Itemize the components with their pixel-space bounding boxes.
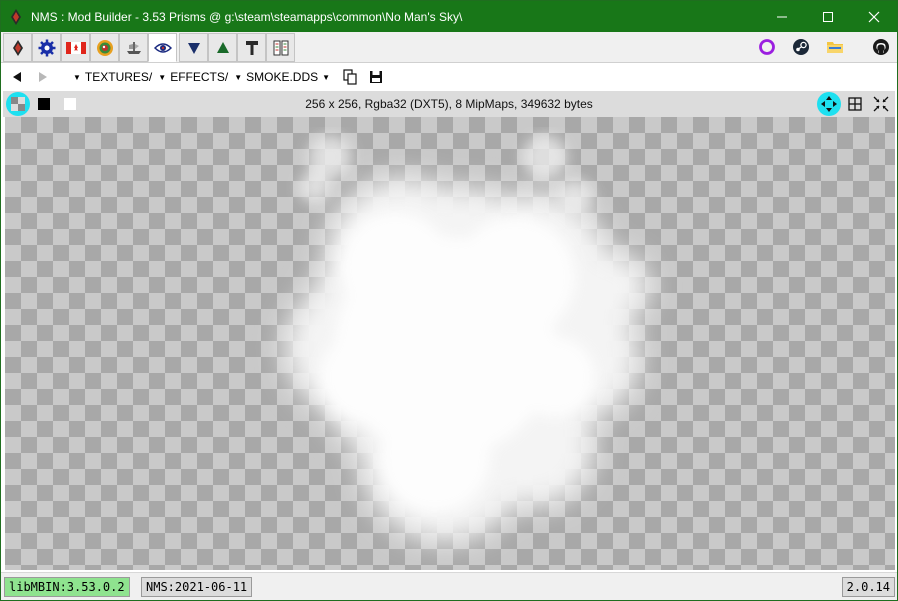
texture-info-bar: 256 x 256, Rgba32 (DXT5), 8 MipMaps, 349… (3, 91, 895, 117)
tab-hammer-icon[interactable] (237, 33, 266, 62)
grid-icon[interactable] (843, 92, 867, 116)
tab-triangle-down-icon[interactable] (179, 33, 208, 62)
texture-info: 256 x 256, Rgba32 (DXT5), 8 MipMaps, 349… (305, 97, 593, 111)
minimize-icon[interactable] (759, 1, 805, 32)
save-icon[interactable] (363, 64, 389, 90)
chevron-down-icon[interactable]: ▼ (73, 73, 81, 82)
tab-nms-logo-icon[interactable] (3, 33, 32, 62)
maximize-icon[interactable] (805, 1, 851, 32)
back-icon[interactable] (4, 64, 30, 90)
status-bar: libMBIN:3.53.0.2 NMS:2021-06-11 2.0.14 (1, 572, 897, 600)
tab-canada-flag-icon[interactable] (61, 33, 90, 62)
chevron-down-icon[interactable]: ▼ (158, 73, 166, 82)
tab-ship-icon[interactable] (119, 33, 148, 62)
chevron-down-icon[interactable]: ▼ (322, 73, 330, 82)
copy-icon[interactable] (337, 64, 363, 90)
app-version-badge: 2.0.14 (841, 577, 895, 597)
forward-icon[interactable] (30, 64, 56, 90)
steam-icon[interactable] (789, 36, 813, 58)
breadcrumb-file[interactable]: SMOKE.DDS (246, 70, 318, 84)
smoke-texture-image (285, 135, 650, 542)
tab-color-wheel-icon[interactable] (90, 33, 119, 62)
window-title: NMS : Mod Builder - 3.53 Prisms @ g:\ste… (31, 9, 463, 24)
tab-gear-icon[interactable] (32, 33, 61, 62)
main-window: NMS : Mod Builder - 3.53 Prisms @ g:\ste… (0, 0, 898, 601)
path-bar: ▼ TEXTURES/ ▼ EFFECTS/ ▼ SMOKE.DDS ▼ (1, 63, 897, 91)
purple-ring-icon[interactable] (755, 36, 779, 58)
breadcrumb-item[interactable]: ▼ TEXTURES/ (70, 64, 155, 90)
fit-move-icon[interactable] (817, 92, 841, 116)
actual-size-icon[interactable] (869, 92, 893, 116)
folder-icon[interactable] (823, 36, 847, 58)
libmbin-version-badge: libMBIN:3.53.0.2 (4, 577, 130, 597)
breadcrumb-item[interactable]: ▼ EFFECTS/ (155, 64, 231, 90)
tab-diff-icon[interactable] (266, 33, 295, 62)
close-icon[interactable] (851, 1, 897, 32)
tab-eye-icon[interactable] (148, 33, 177, 62)
tab-triangle-up-icon[interactable] (208, 33, 237, 62)
window-controls (759, 1, 897, 32)
breadcrumb-item[interactable]: ▼ SMOKE.DDS ▼ (231, 64, 333, 90)
breadcrumb-textures[interactable]: TEXTURES/ (85, 70, 152, 84)
title-bar: NMS : Mod Builder - 3.53 Prisms @ g:\ste… (1, 1, 897, 32)
nms-logo-icon[interactable] (1, 1, 31, 32)
breadcrumb-effects[interactable]: EFFECTS/ (170, 70, 228, 84)
texture-preview-canvas[interactable] (5, 117, 895, 570)
github-icon[interactable] (869, 36, 893, 58)
chevron-down-icon[interactable]: ▼ (234, 73, 242, 82)
nms-version-badge: NMS:2021-06-11 (141, 577, 253, 597)
tab-toolbar (1, 32, 897, 63)
